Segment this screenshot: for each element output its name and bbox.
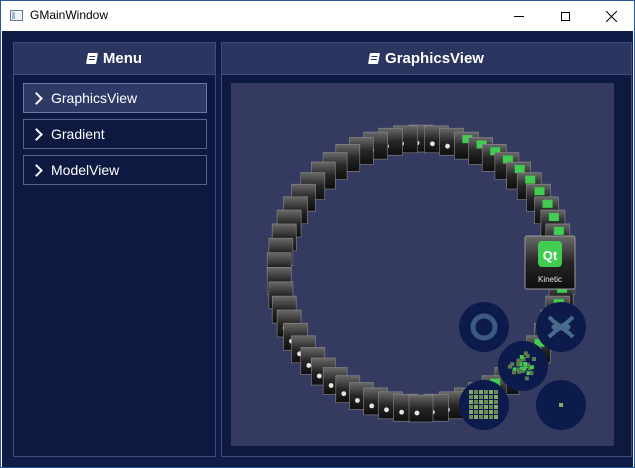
qt-logo-text: Qt xyxy=(543,248,558,263)
ring-card xyxy=(408,394,434,423)
figure8-button[interactable] xyxy=(536,302,586,352)
ellipse-button[interactable] xyxy=(459,302,509,352)
maximize-button[interactable] xyxy=(542,1,588,31)
menu-item-graphicsview[interactable]: GraphicsView xyxy=(23,83,207,113)
close-icon xyxy=(605,10,617,22)
book-icon xyxy=(85,53,98,64)
close-button[interactable] xyxy=(588,1,634,31)
title-bar[interactable]: GMainWindow xyxy=(1,1,634,31)
tiled-button[interactable] xyxy=(459,380,509,430)
graphics-view[interactable]: Qt Kinetic xyxy=(231,83,614,446)
menu-panel-header: Menu xyxy=(14,43,215,75)
random-button[interactable] xyxy=(498,341,548,391)
graphics-panel-header: GraphicsView xyxy=(222,43,631,75)
menu-item-label: Gradient xyxy=(51,126,105,142)
chevron-right-icon xyxy=(30,127,43,141)
client-area: Menu GraphicsView Gradient ModelView Gra… xyxy=(2,31,633,467)
menu-item-label: GraphicsView xyxy=(51,90,138,106)
chevron-right-icon xyxy=(30,163,43,177)
menu-item-label: ModelView xyxy=(51,162,120,178)
minimize-icon xyxy=(514,15,524,17)
menu-item-gradient[interactable]: Gradient xyxy=(23,119,207,149)
graphics-panel-title: GraphicsView xyxy=(385,50,484,67)
menu-item-modelview[interactable]: ModelView xyxy=(23,155,207,185)
graphics-scene: Qt Kinetic xyxy=(266,124,586,430)
maximize-icon xyxy=(560,11,570,21)
menu-panel-title: Menu xyxy=(102,50,143,67)
menu-list: GraphicsView Gradient ModelView xyxy=(23,83,207,191)
chevron-right-icon xyxy=(30,91,43,105)
centered-button[interactable] xyxy=(536,380,586,430)
dot-icon xyxy=(559,403,563,407)
card-caption: Kinetic xyxy=(538,275,562,284)
minimize-button[interactable] xyxy=(496,1,542,31)
main-window: GMainWindow Menu GraphicsView Gradient M… xyxy=(0,0,635,468)
menu-panel: Menu GraphicsView Gradient ModelView xyxy=(13,42,216,457)
book-icon xyxy=(368,53,381,64)
app-icon xyxy=(10,10,23,21)
shape-buttons xyxy=(459,302,586,430)
window-title: GMainWindow xyxy=(30,8,109,22)
featured-card[interactable]: Qt Kinetic xyxy=(524,235,576,290)
graphics-panel: GraphicsView Qt Kinetic xyxy=(221,42,632,457)
